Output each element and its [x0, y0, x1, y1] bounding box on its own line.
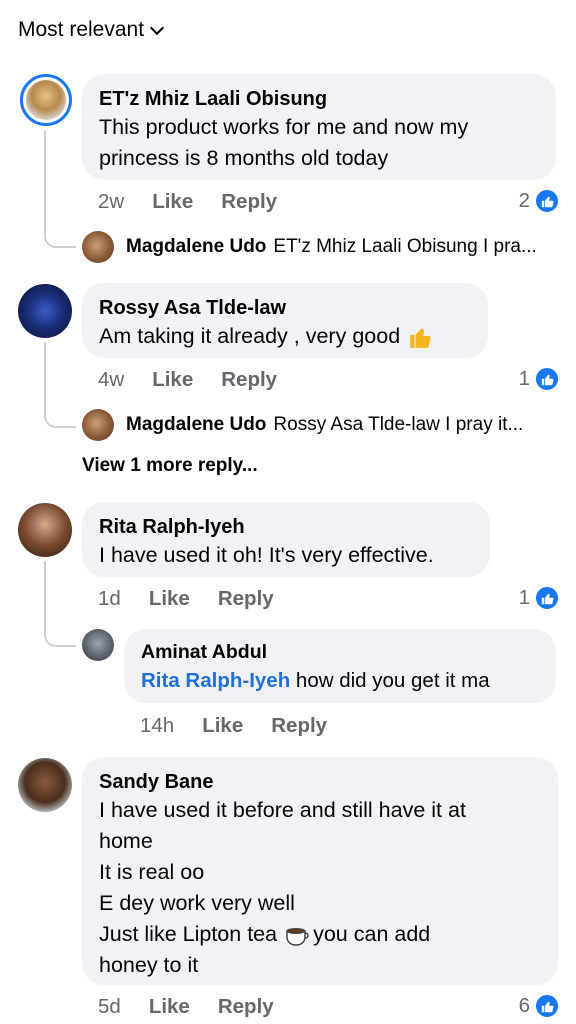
- thumbs-up-icon: [534, 993, 560, 1019]
- reply-button[interactable]: Reply: [221, 368, 277, 392]
- sort-dropdown[interactable]: Most relevant: [18, 18, 165, 42]
- reply-author: Magdalene Udo: [126, 414, 267, 435]
- reply-time: 14h: [140, 714, 175, 737]
- reply-author: Magdalene Udo: [126, 236, 267, 257]
- comment-text: This product works for me and now my: [99, 115, 469, 139]
- thread-line: [44, 561, 76, 647]
- thumbs-up-icon: [534, 585, 560, 611]
- reply-author[interactable]: Aminat Abdul: [141, 639, 539, 665]
- comment-text: honey to it: [99, 953, 199, 977]
- comment-time: 5d: [98, 995, 121, 1018]
- reaction-number: 2: [518, 189, 530, 212]
- thread-line: [44, 130, 76, 248]
- comment-text: princess is 8 months old today: [99, 146, 389, 170]
- comment-actions: 1d Like Reply: [98, 587, 302, 611]
- avatar[interactable]: [82, 629, 114, 661]
- comment-actions: 5d Like Reply: [98, 995, 302, 1019]
- avatar[interactable]: [18, 503, 72, 557]
- comment-bubble: Sandy Bane I have used it before and sti…: [82, 757, 558, 985]
- reaction-count[interactable]: 1: [519, 585, 560, 611]
- comment-author[interactable]: Rossy Asa Tlde-law: [99, 295, 471, 321]
- reply-button[interactable]: Reply: [221, 190, 277, 214]
- like-button[interactable]: Like: [149, 995, 190, 1019]
- comment-author[interactable]: Sandy Bane: [99, 769, 541, 795]
- reaction-count[interactable]: 2: [519, 188, 560, 214]
- comment-actions: 4w Like Reply: [98, 368, 305, 392]
- reaction-count[interactable]: 1: [519, 366, 560, 392]
- comment-text: It is real oo: [99, 860, 205, 884]
- avatar[interactable]: [18, 284, 72, 338]
- comment-text: home: [99, 829, 153, 853]
- comment-bubble: Rita Ralph-Iyeh I have used it oh! It's …: [82, 502, 490, 577]
- like-button[interactable]: Like: [152, 190, 193, 214]
- reply-text: how did you get it ma: [290, 669, 490, 692]
- reply-button[interactable]: Reply: [218, 995, 274, 1019]
- reply-actions: 14h Like Reply: [140, 714, 355, 738]
- comment-text: E dey work very well: [99, 891, 295, 915]
- reply-bubble: Aminat Abdul Rita Ralph-Iyeh how did you…: [124, 629, 556, 703]
- thumbs-up-icon: [534, 366, 560, 392]
- like-button[interactable]: Like: [149, 587, 190, 611]
- like-button[interactable]: Like: [152, 368, 193, 392]
- comment-text: you can add: [313, 922, 431, 946]
- comment-time: 1d: [98, 587, 121, 610]
- avatar[interactable]: [20, 74, 72, 126]
- reaction-count[interactable]: 6: [519, 993, 560, 1019]
- avatar[interactable]: [82, 231, 114, 263]
- comment-bubble: Rossy Asa Tlde-law Am taking it already …: [82, 283, 488, 358]
- reaction-number: 1: [518, 367, 530, 390]
- reaction-number: 6: [518, 994, 530, 1017]
- like-button[interactable]: Like: [202, 714, 243, 738]
- comment-actions: 2w Like Reply: [98, 190, 305, 214]
- comment-bubble: ET'z Mhiz Laali Obisung This product wor…: [82, 74, 556, 180]
- thumbs-up-icon: [534, 188, 560, 214]
- view-more-replies-link[interactable]: View 1 more reply...: [82, 455, 258, 477]
- sort-label: Most relevant: [18, 18, 145, 41]
- reply-button[interactable]: Reply: [271, 714, 327, 738]
- comment-author[interactable]: ET'z Mhiz Laali Obisung: [99, 86, 539, 112]
- reply-button[interactable]: Reply: [218, 587, 274, 611]
- comment-text: I have used it before and still have it …: [99, 798, 466, 822]
- mention-tag[interactable]: Rita Ralph-Iyeh: [141, 669, 290, 692]
- comment-text: Am taking it already , very good: [99, 324, 401, 348]
- comment-time: 4w: [98, 368, 125, 391]
- avatar[interactable]: [82, 409, 114, 441]
- avatar[interactable]: [18, 758, 72, 812]
- reply-snippet: ET'z Mhiz Laali Obisung I pra...: [273, 236, 537, 257]
- reply-preview[interactable]: Magdalene Udo Rossy Asa Tlde-law I pray …: [126, 414, 523, 436]
- comment-text: I have used it oh! It's very effective.: [99, 543, 434, 567]
- hot-beverage-emoji-icon: [286, 927, 309, 946]
- chevron-down-icon: [149, 20, 165, 35]
- reply-preview[interactable]: Magdalene Udo ET'z Mhiz Laali Obisung I …: [126, 236, 537, 258]
- thumbs-up-emoji-icon: [410, 327, 431, 348]
- reaction-number: 1: [518, 586, 530, 609]
- thread-line: [44, 342, 76, 428]
- comment-time: 2w: [98, 190, 125, 213]
- reply-snippet: Rossy Asa Tlde-law I pray it...: [273, 414, 524, 435]
- comment-text: Just like Lipton tea: [99, 922, 278, 946]
- comment-author[interactable]: Rita Ralph-Iyeh: [99, 514, 473, 540]
